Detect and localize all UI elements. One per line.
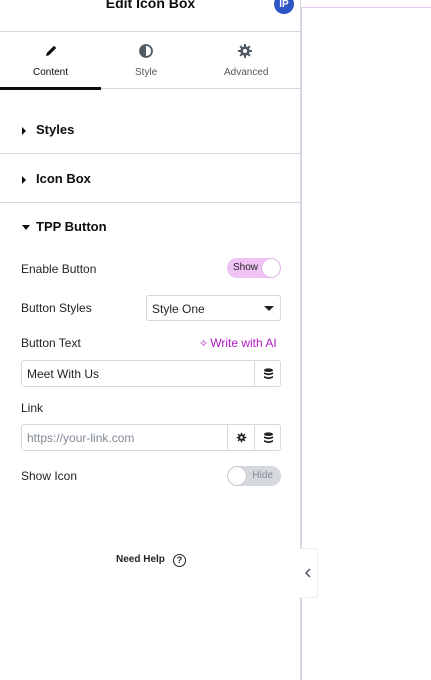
tab-style[interactable]: Style [101, 32, 191, 89]
dynamic-tags-button[interactable] [254, 361, 281, 386]
write-with-ai-label: Write with AI [210, 336, 277, 350]
elementor-badge-icon[interactable]: IP [274, 0, 294, 14]
button-styles-value: Style One [152, 302, 205, 316]
caret-right-icon [22, 176, 26, 184]
link-label: Link [21, 401, 44, 415]
enable-button-label: Enable Button [21, 262, 97, 276]
tab-advanced[interactable]: Advanced [191, 32, 301, 89]
gear-icon [236, 432, 246, 443]
pencil-icon [46, 45, 57, 56]
section-styles-title: Styles [36, 122, 75, 137]
button-text-group [21, 360, 281, 387]
tab-content-label: Content [33, 67, 69, 78]
caret-right-icon [22, 127, 26, 135]
chevron-left-icon [304, 568, 311, 578]
show-icon-state: Hide [252, 470, 273, 481]
section-styles[interactable]: Styles [0, 106, 301, 154]
panel-tabs: Content Style Advanced [0, 32, 301, 90]
button-styles-select[interactable]: Style One [146, 295, 281, 321]
gear-icon [238, 44, 252, 58]
panel-title: Edit Icon Box [105, 0, 196, 11]
section-tpp-button-title: TPP Button [36, 219, 107, 234]
half-circle-icon [139, 44, 153, 58]
question-circle-icon[interactable]: ? [173, 554, 186, 567]
preview-frame [301, 7, 431, 680]
button-text-label: Button Text [21, 336, 81, 350]
show-icon-label: Show Icon [21, 469, 78, 483]
database-icon [263, 431, 273, 443]
enable-button-switch[interactable]: Show [227, 258, 281, 278]
button-text-input[interactable] [22, 361, 254, 386]
preview-area [301, 0, 431, 680]
caret-down-icon [22, 225, 30, 230]
tab-advanced-label: Advanced [224, 67, 269, 78]
section-tpp-button[interactable]: TPP Button [0, 203, 301, 251]
need-help-link[interactable]: Need Help [116, 554, 165, 565]
link-options-button[interactable] [227, 425, 254, 450]
tab-content[interactable]: Content [0, 32, 101, 90]
ai-sparkle-icon: ✧ [199, 338, 209, 350]
section-icon-box[interactable]: Icon Box [0, 155, 301, 203]
link-group [21, 424, 281, 451]
link-input[interactable] [22, 425, 228, 450]
collapse-panel-button[interactable] [299, 548, 318, 598]
switch-knob [228, 467, 246, 485]
dynamic-tags-button[interactable] [254, 425, 281, 450]
show-icon-switch[interactable]: Hide [227, 466, 281, 486]
chevron-down-icon [264, 306, 274, 311]
section-icon-box-title: Icon Box [36, 171, 91, 186]
enable-button-state: Show [233, 262, 259, 273]
tab-style-label: Style [135, 67, 158, 78]
write-with-ai-button[interactable]: ✧ Write with AI [199, 336, 277, 350]
editor-panel: Edit Icon Box IP Content Style Advanced … [0, 0, 301, 680]
switch-knob [262, 259, 280, 277]
database-icon [263, 367, 273, 379]
button-styles-label: Button Styles [21, 301, 92, 315]
panel-header: Edit Icon Box IP [0, 0, 301, 32]
